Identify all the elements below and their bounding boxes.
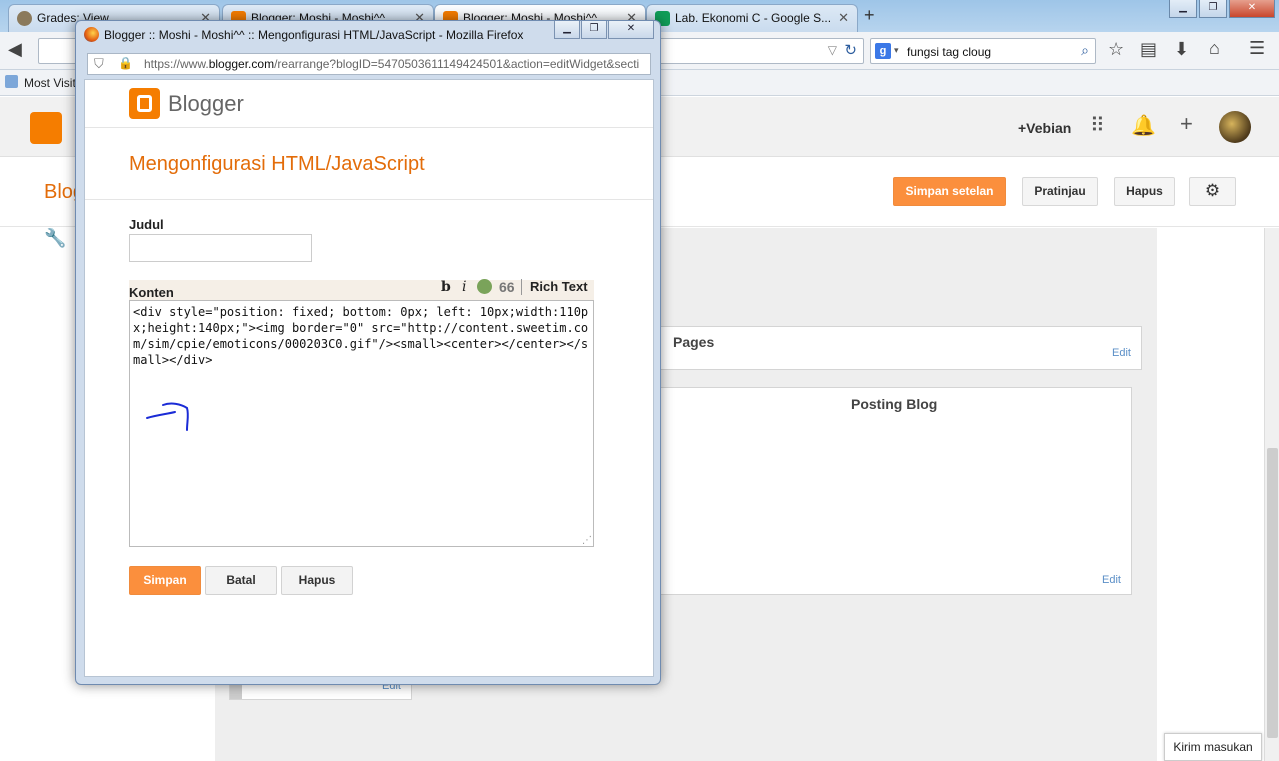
user-name-link[interactable]: +Vebian [1018,120,1071,136]
preview-button[interactable]: Pratinjau [1022,177,1098,206]
google-icon: g [875,43,891,59]
search-icon[interactable]: ⌕ [1081,42,1089,59]
divider [85,127,653,128]
window-controls: ▁ ❐ ✕ [1169,0,1275,18]
back-icon[interactable]: ◀ [8,39,22,60]
rich-text-toggle[interactable]: Rich Text [530,279,588,294]
resize-grip-icon[interactable]: ⋰ [582,535,592,546]
download-icon[interactable]: ⬇ [1174,39,1189,60]
new-tab-icon[interactable]: + [864,5,875,26]
moodle-icon [17,11,32,26]
tab-label: Lab. Ekonomi C - Google S... [675,11,832,25]
gadget-title: Posting Blog [851,396,938,412]
quote-button[interactable]: 66 [499,279,515,295]
firefox-icon [84,27,99,42]
minimize-icon[interactable]: ▁ [1169,0,1197,18]
link-icon[interactable] [477,279,492,294]
popup-window-title: Blogger :: Moshi - Moshi^^ :: Mengonfigu… [104,28,524,42]
url-prefix: https://www. [144,57,209,71]
minimize-icon[interactable]: ▁ [554,21,580,39]
gadget-edit-link[interactable]: Edit [1102,574,1121,586]
url-path: /rearrange?blogID=5470503611149424501&ac… [274,57,640,71]
search-value: fungsi tag cloug [907,45,992,59]
chevron-down-icon[interactable]: ▾ [894,45,899,56]
blogger-logo-icon [129,88,160,119]
search-input[interactable]: g ▾ fungsi tag cloug ⌕ [870,38,1096,64]
dropdown-icon[interactable]: ▽ [828,43,837,57]
save-settings-button[interactable]: Simpan setelan [893,177,1006,206]
apps-grid-icon[interactable]: ⠿ [1090,113,1105,138]
toolbar-divider [521,279,522,295]
home-icon[interactable]: ⌂ [1209,38,1220,59]
bold-button[interactable]: b [441,279,451,295]
notifications-bell-icon[interactable]: 🔔 [1131,113,1156,138]
page-scrollbar[interactable] [1264,228,1279,761]
italic-button[interactable]: i [462,279,466,295]
save-button[interactable]: Simpan [129,566,201,595]
title-input[interactable] [129,234,312,262]
divider [85,199,653,200]
bookmark-star-icon[interactable]: ☆ [1108,39,1124,60]
popup-window: Blogger :: Moshi - Moshi^^ :: Mengonfigu… [75,20,661,685]
close-window-icon[interactable]: ✕ [1229,0,1275,18]
cancel-button[interactable]: Batal [205,566,277,595]
menu-icon[interactable]: ☰ [1249,38,1265,59]
wrench-icon[interactable]: 🔧 [44,228,66,249]
lock-icon: 🔒 [118,56,133,70]
shield-icon: ⛉ [94,56,104,71]
bookmark-folder-icon [5,75,18,88]
feedback-button[interactable]: Kirim masukan [1164,733,1262,761]
title-label: Judul [129,217,164,232]
gadget-pages[interactable]: Pages Edit [660,326,1142,370]
popup-content: Blogger Mengonfigurasi HTML/JavaScript J… [84,79,654,677]
content-toolbar [129,280,594,300]
close-icon[interactable]: ✕ [608,21,654,39]
delete-button[interactable]: Hapus [281,566,353,595]
close-icon[interactable]: ✕ [838,10,849,26]
popup-url-bar[interactable]: ⛉ 🔒 https://www.blogger.com/rearrange?bl… [87,53,651,75]
reload-icon[interactable]: ↻ [844,41,857,59]
scrollbar-thumb[interactable] [1267,448,1278,738]
maximize-icon[interactable]: ❐ [581,21,607,39]
gadget-edit-link[interactable]: Edit [1112,347,1131,359]
tab-sheets[interactable]: Lab. Ekonomi C - Google S... ✕ [646,4,858,32]
avatar[interactable] [1219,111,1251,143]
share-plus-icon[interactable]: + [1180,111,1193,137]
bookmark-most-visited[interactable]: Most Visit [24,76,76,90]
brand-name: Blogger [168,91,244,116]
bookmarks-list-icon[interactable]: ▤ [1140,39,1157,60]
right-column [1157,228,1264,761]
handwritten-arrow-scribble [146,402,189,431]
gadget-title: Pages [673,334,715,350]
gadget-blog-posts[interactable]: Posting Blog Edit [660,387,1132,595]
settings-gear-icon[interactable]: ⚙ [1189,177,1236,206]
popup-titlebar[interactable]: Blogger :: Moshi - Moshi^^ :: Mengonfigu… [76,21,660,49]
maximize-icon[interactable]: ❐ [1199,0,1227,18]
url-domain: blogger.com [208,57,275,71]
blogger-logo-icon[interactable] [30,112,62,144]
delete-button[interactable]: Hapus [1114,177,1175,206]
content-label: Konten [129,285,174,300]
page-title: Mengonfigurasi HTML/JavaScript [129,153,425,175]
